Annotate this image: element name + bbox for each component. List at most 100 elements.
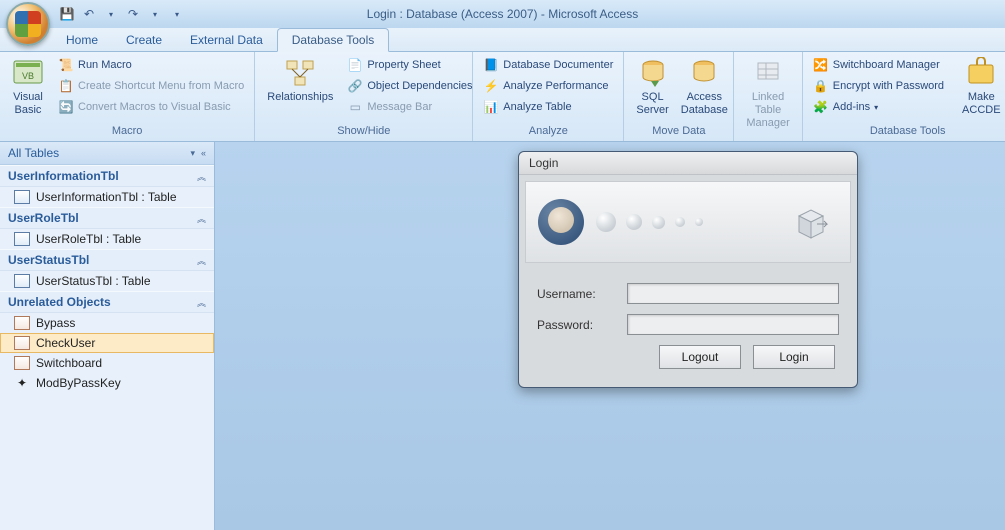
dropdown-icon[interactable]: ▾ [102,5,120,23]
sql-server-button[interactable]: SQL Server [630,55,674,119]
shortcut-icon: 📋 [58,78,74,94]
chevron-up-icon: ︽ [197,296,206,309]
nav-pane-title: All Tables [8,146,59,160]
login-form: Username: Password: Logout Login [519,269,857,387]
relationships-button[interactable]: Relationships [261,55,339,106]
nav-item[interactable]: CheckUser [0,333,214,353]
create-shortcut-label: Create Shortcut Menu from Macro [78,80,244,92]
documenter-label: Database Documenter [503,59,613,71]
analyze-group-label: Analyze [473,125,623,141]
nav-item[interactable]: Bypass [0,313,214,333]
username-label: Username: [537,287,615,301]
access-db-icon [688,57,720,89]
property-sheet-label: Property Sheet [367,59,440,71]
run-macro-button[interactable]: 📜 Run Macro [54,55,248,75]
addins-label: Add-ins [833,101,870,113]
nav-item[interactable]: UserRoleTbl : Table [0,229,214,249]
access-db-label: Access Database [681,91,728,117]
logout-button[interactable]: Logout [659,345,741,369]
make-accde-button[interactable]: Make ACCDE [956,55,1005,119]
password-input[interactable] [627,314,839,335]
tab-external-data[interactable]: External Data [176,29,277,51]
object-dependencies-button[interactable]: 🔗 Object Dependencies [343,76,476,96]
save-icon[interactable]: 💾 [58,5,76,23]
form-icon [14,356,30,370]
tab-database-tools[interactable]: Database Tools [277,28,390,52]
nav-item-label: UserStatusTbl : Table [36,274,151,288]
nav-group-header[interactable]: Unrelated Objects ︽ [0,291,214,313]
dropdown-icon[interactable]: ▾ [146,5,164,23]
redo-icon[interactable]: ↷ [124,5,142,23]
object-deps-label: Object Dependencies [367,80,472,92]
nav-item[interactable]: UserInformationTbl : Table [0,187,214,207]
access-database-button[interactable]: Access Database [675,55,734,119]
convert-macros-button[interactable]: 🔄 Convert Macros to Visual Basic [54,97,248,117]
username-input[interactable] [627,283,839,304]
nav-item-label: Bypass [36,316,75,330]
switchboard-label: Switchboard Manager [833,59,940,71]
table-icon [14,190,30,204]
nav-item-label: ModByPassKey [36,376,121,390]
nav-dropdown-icon[interactable]: ▾ [190,148,195,159]
property-sheet-icon: 📄 [347,57,363,73]
nav-group-title: UserRoleTbl [8,211,79,225]
analyze-table-label: Analyze Table [503,101,571,113]
title-bar: 💾 ↶ ▾ ↷ ▾ ▾ Login : Database (Access 200… [0,0,1005,28]
move-data-group-label: Move Data [624,125,733,141]
nav-item[interactable]: UserStatusTbl : Table [0,271,214,291]
visual-basic-button[interactable]: VB Visual Basic [6,55,50,119]
analyze-table-button[interactable]: 📊 Analyze Table [479,97,617,117]
workspace: Login Username: [215,142,1005,530]
tab-create[interactable]: Create [112,29,176,51]
svg-text:VB: VB [22,71,34,81]
nav-group-header[interactable]: UserStatusTbl ︽ [0,249,214,271]
convert-icon: 🔄 [58,99,74,115]
nav-group-title: UserStatusTbl [8,253,89,267]
visual-basic-label: Visual Basic [13,91,43,117]
documenter-icon: 📘 [483,57,499,73]
linked-table-icon [752,57,784,89]
add-ins-button[interactable]: 🧩 Add-ins ▾ [809,97,948,117]
nav-group-header[interactable]: UserInformationTbl︽ [0,165,214,187]
ribbon: VB Visual Basic 📜 Run Macro 📋 Create Sho… [0,52,1005,142]
main-area: All Tables ▾ « UserInformationTbl︽UserIn… [0,142,1005,530]
chevron-up-icon: ︽ [197,254,206,267]
run-macro-label: Run Macro [78,59,132,71]
property-sheet-button[interactable]: 📄 Property Sheet [343,55,476,75]
nav-item[interactable]: Switchboard [0,353,214,373]
analyze-performance-button[interactable]: ⚡ Analyze Performance [479,76,617,96]
switchboard-manager-button[interactable]: 🔀 Switchboard Manager [809,55,948,75]
table-icon [14,232,30,246]
nav-group-title: UserInformationTbl [8,169,119,183]
table-icon [14,274,30,288]
performance-label: Analyze Performance [503,80,608,92]
ribbon-tabs: Home Create External Data Database Tools [0,28,1005,52]
message-bar-button[interactable]: ▭ Message Bar [343,97,476,117]
form-icon [14,316,30,330]
undo-icon[interactable]: ↶ [80,5,98,23]
relationships-label: Relationships [267,91,333,104]
login-dialog-title: Login [519,152,857,175]
nav-group-title: Unrelated Objects [8,295,111,309]
analyze-table-icon: 📊 [483,99,499,115]
nav-group-header[interactable]: UserRoleTbl ︽ [0,207,214,229]
nav-pane-header[interactable]: All Tables ▾ « [0,142,214,165]
customize-qat-icon[interactable]: ▾ [168,5,186,23]
tab-home[interactable]: Home [52,29,112,51]
encrypt-password-button[interactable]: 🔒 Encrypt with Password [809,76,948,96]
nav-item[interactable]: ✦ModByPassKey [0,373,214,393]
office-button[interactable] [6,2,50,46]
performance-icon: ⚡ [483,78,499,94]
nav-item-label: Switchboard [36,356,102,370]
create-shortcut-menu-button[interactable]: 📋 Create Shortcut Menu from Macro [54,76,248,96]
nav-collapse-icon[interactable]: « [201,148,206,159]
database-documenter-button[interactable]: 📘 Database Documenter [479,55,617,75]
chevron-up-icon: ︽ [197,212,206,225]
login-button[interactable]: Login [753,345,835,369]
nav-item-label: CheckUser [36,336,95,350]
login-dialog: Login Username: [518,151,858,388]
linked-table-manager-button[interactable]: Linked Table Manager [740,55,795,133]
navigation-pane: All Tables ▾ « UserInformationTbl︽UserIn… [0,142,215,530]
password-label: Password: [537,318,615,332]
message-bar-label: Message Bar [367,101,432,113]
